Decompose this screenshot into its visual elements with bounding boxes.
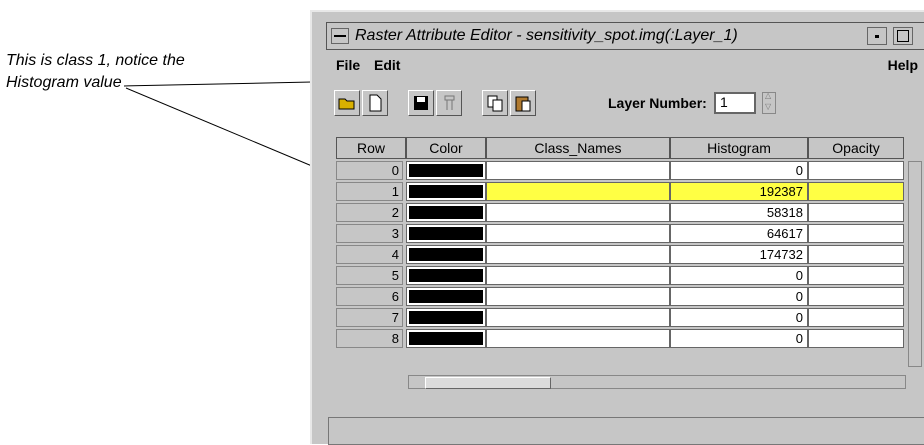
opacity-cell[interactable]: [808, 287, 904, 306]
color-cell[interactable]: [406, 224, 486, 243]
class-name-cell[interactable]: [486, 203, 670, 222]
status-bar: [328, 417, 924, 445]
opacity-cell[interactable]: [808, 266, 904, 285]
color-swatch: [409, 227, 483, 240]
header-color[interactable]: Color: [406, 137, 486, 159]
row-number-cell[interactable]: 0: [336, 161, 403, 180]
copy-icon[interactable]: [482, 90, 508, 116]
layer-number-input[interactable]: 1: [714, 92, 756, 114]
class-name-cell[interactable]: [486, 245, 670, 264]
color-swatch: [409, 248, 483, 261]
header-class-names[interactable]: Class_Names: [486, 137, 670, 159]
color-swatch: [409, 269, 483, 282]
opacity-cell[interactable]: [808, 203, 904, 222]
opacity-cell[interactable]: [808, 182, 904, 201]
color-cell[interactable]: [406, 161, 486, 180]
class-name-cell[interactable]: [486, 329, 670, 348]
color-swatch: [409, 290, 483, 303]
opacity-cell[interactable]: [808, 161, 904, 180]
header-row[interactable]: Row: [336, 137, 406, 159]
row-number-cell[interactable]: 4: [336, 245, 403, 264]
color-swatch: [409, 164, 483, 177]
layer-number-label: Layer Number:: [608, 95, 707, 111]
header-histogram[interactable]: Histogram: [670, 137, 808, 159]
save-icon[interactable]: [408, 90, 434, 116]
layer-number-spinner[interactable]: [762, 91, 776, 114]
paste-icon[interactable]: [510, 90, 536, 116]
row-number-cell[interactable]: 8: [336, 329, 403, 348]
class-name-cell[interactable]: [486, 224, 670, 243]
color-swatch: [409, 185, 483, 198]
histogram-cell[interactable]: 0: [670, 161, 808, 180]
color-swatch: [409, 332, 483, 345]
histogram-cell[interactable]: 174732: [670, 245, 808, 264]
class-name-cell[interactable]: [486, 161, 670, 180]
opacity-cell[interactable]: [808, 224, 904, 243]
histogram-cell[interactable]: 0: [670, 287, 808, 306]
criteria-icon[interactable]: [436, 90, 462, 116]
open-folder-icon[interactable]: [334, 90, 360, 116]
minimize-button[interactable]: [867, 27, 887, 45]
raster-attribute-editor-window: Raster Attribute Editor - sensitivity_sp…: [310, 10, 924, 445]
histogram-cell[interactable]: 58318: [670, 203, 808, 222]
horizontal-scroll-thumb[interactable]: [425, 377, 551, 389]
opacity-cell[interactable]: [808, 245, 904, 264]
row-number-cell[interactable]: 2: [336, 203, 403, 222]
menu-edit[interactable]: Edit: [374, 57, 400, 73]
color-swatch: [409, 311, 483, 324]
row-number-cell[interactable]: 3: [336, 224, 403, 243]
vertical-scrollbar[interactable]: [908, 161, 922, 367]
color-swatch: [409, 206, 483, 219]
histogram-cell[interactable]: 0: [670, 266, 808, 285]
title-bar[interactable]: Raster Attribute Editor - sensitivity_sp…: [326, 22, 924, 50]
new-file-icon[interactable]: [362, 90, 388, 116]
header-opacity[interactable]: Opacity: [808, 137, 904, 159]
color-cell[interactable]: [406, 245, 486, 264]
color-cell[interactable]: [406, 203, 486, 222]
row-number-cell[interactable]: 5: [336, 266, 403, 285]
histogram-cell[interactable]: 64617: [670, 224, 808, 243]
row-number-cell[interactable]: 1: [336, 182, 403, 201]
class-name-cell[interactable]: [486, 287, 670, 306]
color-cell[interactable]: [406, 182, 486, 201]
menu-help[interactable]: Help: [888, 57, 918, 73]
color-cell[interactable]: [406, 308, 486, 327]
maximize-button[interactable]: [893, 27, 913, 45]
histogram-cell[interactable]: 0: [670, 329, 808, 348]
row-number-cell[interactable]: 6: [336, 287, 403, 306]
class-name-cell[interactable]: [486, 182, 670, 201]
class-name-cell[interactable]: [486, 266, 670, 285]
horizontal-scrollbar[interactable]: [408, 375, 906, 389]
menu-file[interactable]: File: [336, 57, 360, 73]
color-cell[interactable]: [406, 266, 486, 285]
color-cell[interactable]: [406, 287, 486, 306]
row-number-cell[interactable]: 7: [336, 308, 403, 327]
opacity-cell[interactable]: [808, 329, 904, 348]
opacity-cell[interactable]: [808, 308, 904, 327]
histogram-cell[interactable]: 0: [670, 308, 808, 327]
window-menu-button[interactable]: [331, 28, 349, 44]
histogram-cell[interactable]: 192387: [670, 182, 808, 201]
window-title: Raster Attribute Editor - sensitivity_sp…: [355, 27, 738, 44]
color-cell[interactable]: [406, 329, 486, 348]
toolbar: Layer Number: 1: [326, 90, 924, 122]
menu-bar: File Edit Help: [326, 54, 924, 76]
class-name-cell[interactable]: [486, 308, 670, 327]
